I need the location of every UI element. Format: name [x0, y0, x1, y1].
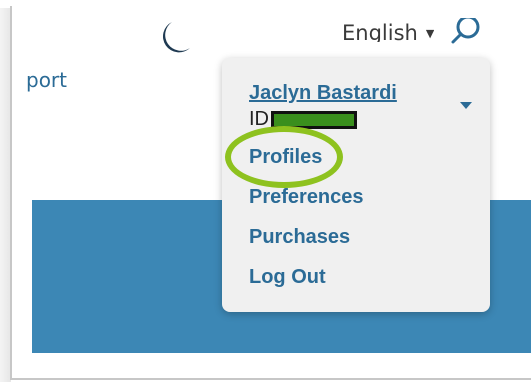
menu-item-log-out[interactable]: Log Out	[249, 266, 326, 289]
moon-icon[interactable]	[158, 20, 198, 56]
menu-item-purchases[interactable]: Purchases	[249, 226, 350, 249]
screenshot-frame: English ▼ port Jaclyn Bastardi ID Profile…	[10, 6, 531, 380]
chevron-down-icon[interactable]	[460, 102, 472, 109]
user-name-link[interactable]: Jaclyn Bastardi	[249, 82, 397, 105]
user-id-label: ID	[249, 108, 269, 130]
menu-item-preferences[interactable]: Preferences	[249, 186, 364, 209]
search-icon[interactable]	[450, 18, 484, 50]
language-selector[interactable]: English ▼	[342, 20, 434, 42]
account-dropdown: Jaclyn Bastardi ID Profiles Preferences …	[222, 58, 490, 312]
redacted-id	[271, 110, 357, 129]
menu-item-profiles[interactable]: Profiles	[249, 146, 322, 169]
language-label: English	[342, 21, 418, 42]
language-caret-icon: ▼	[425, 27, 435, 40]
nav-link-support[interactable]: port	[26, 68, 67, 92]
user-id: ID	[249, 108, 357, 131]
